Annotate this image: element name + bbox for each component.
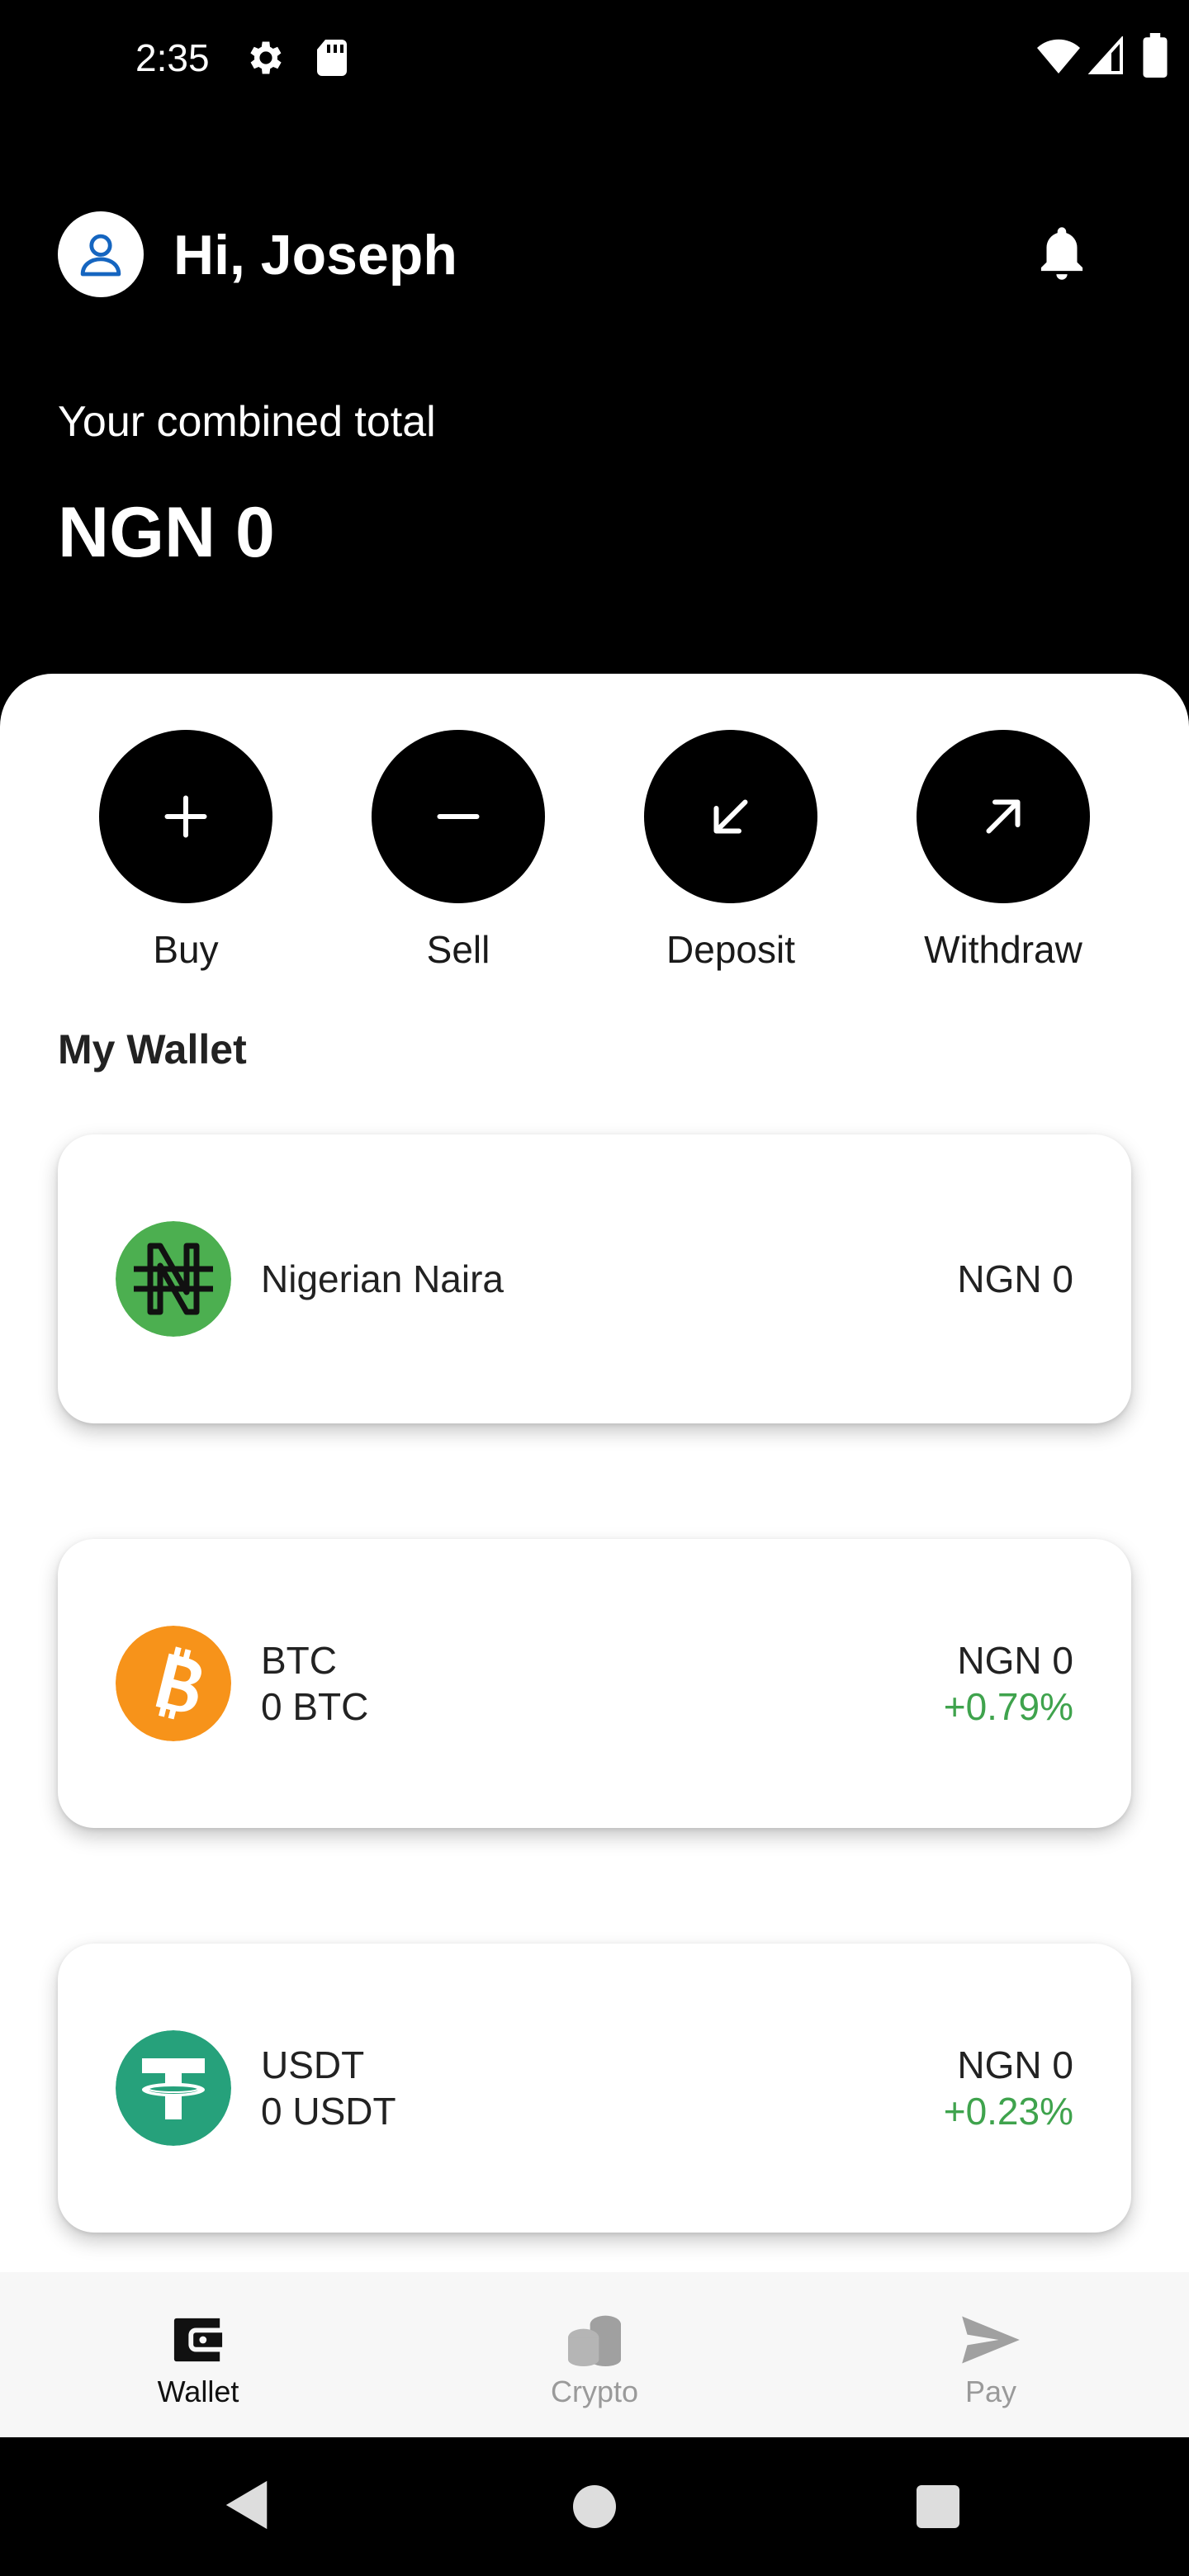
nav-label-crypto: Crypto	[550, 2375, 639, 2408]
wallet-change: +0.23%	[943, 2090, 1073, 2133]
wallet-balance: 0 BTC	[261, 1685, 369, 1728]
gear-icon	[250, 41, 282, 74]
wallet-card-btc[interactable]: BTC 0 BTC NGN 0 +0.79%	[58, 1539, 1131, 1828]
header: Hi, Joseph Your combined total NGN 0	[0, 116, 1189, 694]
battery-icon	[1143, 33, 1168, 78]
coins-icon	[561, 2308, 628, 2371]
wallet-name: USDT	[261, 2043, 365, 2086]
signal-icon	[1088, 36, 1123, 74]
wallet-name: Nigerian Naira	[261, 1257, 504, 1300]
minus-icon	[437, 814, 480, 819]
nav-label-pay: Pay	[964, 2375, 1017, 2408]
sell-label: Sell	[426, 928, 490, 971]
user-icon	[80, 234, 121, 277]
wallet-card-usdt[interactable]: USDT 0 USDT NGN 0 +0.23%	[58, 1944, 1131, 2233]
combined-total-label: Your combined total	[58, 398, 436, 446]
wallet-balance: 0 USDT	[261, 2090, 396, 2133]
bottom-nav: Wallet Crypto Pay	[0, 2272, 1189, 2437]
back-icon[interactable]	[223, 2479, 272, 2531]
home-icon[interactable]	[573, 2485, 616, 2528]
wallet-icon	[165, 2308, 231, 2371]
main-sheet: Buy Sell Deposit Withdraw My Wallet Nige…	[0, 674, 1189, 2272]
avatar[interactable]	[58, 211, 144, 297]
nav-item-wallet[interactable]: Wallet	[0, 2272, 396, 2437]
withdraw-button-circle[interactable]	[917, 730, 1090, 903]
sd-card-icon	[317, 40, 347, 76]
system-nav-bar	[0, 2437, 1189, 2576]
nav-label-wallet: Wallet	[157, 2375, 239, 2408]
wallet-value: NGN 0	[957, 1639, 1073, 1682]
arrow-down-left-icon	[713, 799, 748, 834]
bitcoin-icon	[116, 1626, 231, 1741]
withdraw-label: Withdraw	[924, 928, 1082, 971]
buy-button-circle[interactable]	[99, 730, 272, 903]
nav-item-crypto[interactable]: Crypto	[396, 2272, 793, 2437]
status-time: 2:35	[135, 36, 210, 79]
combined-total-value: NGN 0	[58, 493, 275, 572]
recent-apps-icon[interactable]	[917, 2485, 959, 2528]
buy-button[interactable]: Buy	[78, 730, 293, 994]
deposit-button-circle[interactable]	[644, 730, 817, 903]
sell-button[interactable]: Sell	[351, 730, 566, 994]
deposit-button[interactable]: Deposit	[623, 730, 838, 994]
wifi-icon	[1037, 39, 1080, 73]
naira-icon	[116, 1221, 231, 1337]
wallet-value: NGN 0	[957, 1257, 1073, 1300]
withdraw-button[interactable]: Withdraw	[896, 730, 1111, 994]
greeting: Hi, Joseph	[173, 224, 457, 286]
nav-item-pay[interactable]: Pay	[793, 2272, 1189, 2437]
bell-icon[interactable]	[1035, 223, 1088, 284]
plus-icon	[164, 795, 207, 838]
arrow-up-right-icon	[986, 799, 1021, 834]
quick-actions: Buy Sell Deposit Withdraw	[0, 730, 1189, 994]
send-icon	[958, 2308, 1024, 2371]
deposit-label: Deposit	[666, 928, 795, 971]
my-wallet-title: My Wallet	[58, 1026, 247, 1073]
tether-icon	[116, 2030, 231, 2146]
wallet-name: BTC	[261, 1639, 337, 1682]
wallet-change: +0.79%	[943, 1685, 1073, 1728]
buy-label: Buy	[153, 928, 219, 971]
status-bar: 2:35	[0, 0, 1189, 116]
wallet-card-naira[interactable]: Nigerian Naira NGN 0	[58, 1134, 1131, 1423]
sell-button-circle[interactable]	[372, 730, 545, 903]
wallet-value: NGN 0	[957, 2043, 1073, 2086]
